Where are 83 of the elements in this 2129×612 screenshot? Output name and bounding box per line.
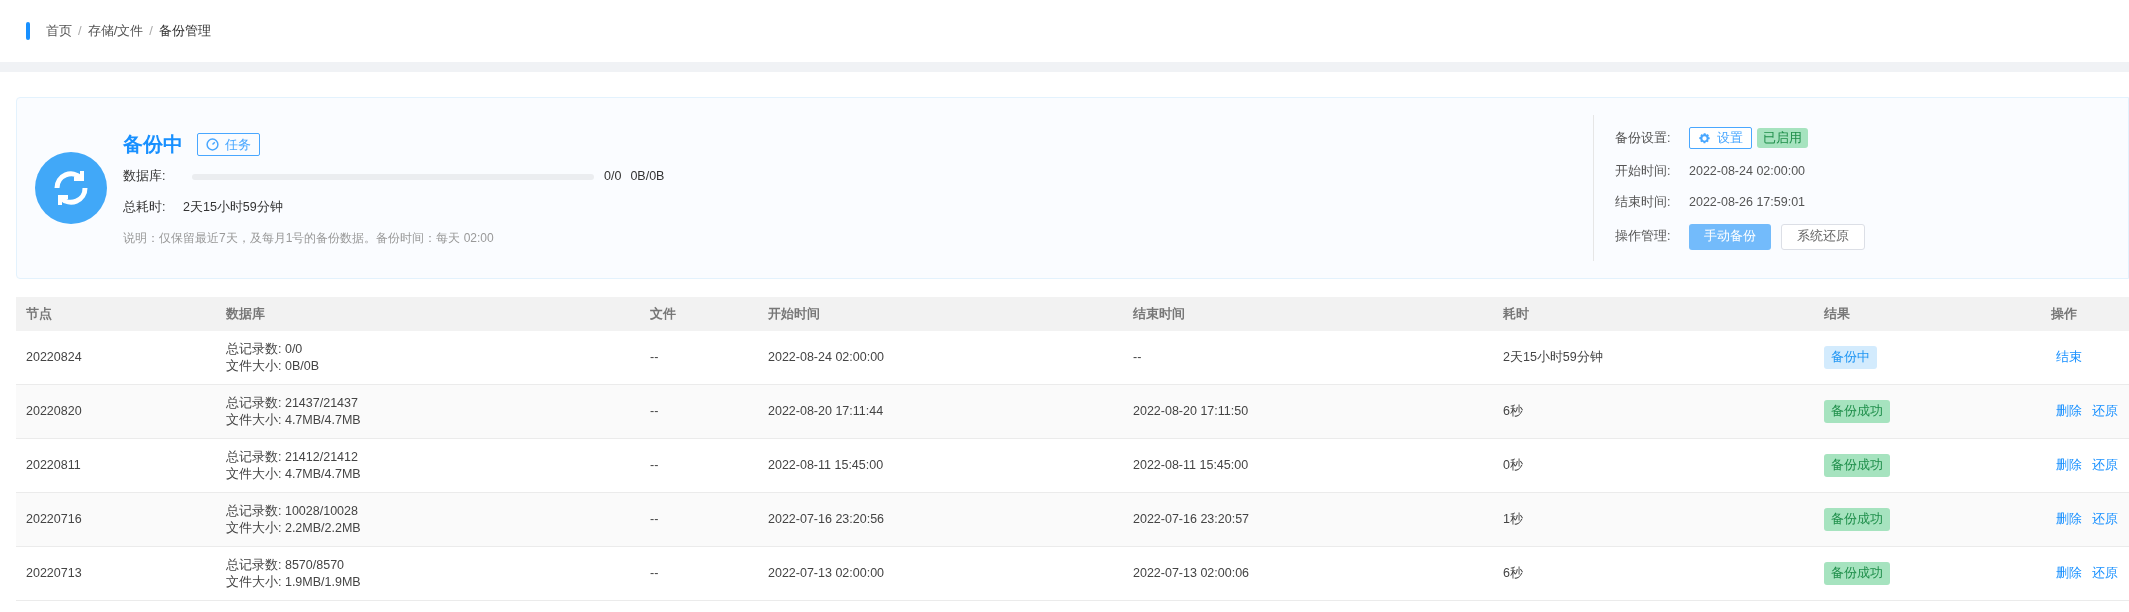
- settings-button[interactable]: 设置: [1689, 127, 1752, 150]
- node-cell: 20220824: [26, 350, 82, 365]
- action-link[interactable]: 删除: [2056, 456, 2082, 475]
- action-link[interactable]: 还原: [2092, 510, 2118, 529]
- start-time-cell: 2022-07-13 02:00:00: [768, 566, 885, 581]
- node-cell: 20220713: [26, 566, 82, 581]
- file-cell: --: [650, 458, 659, 473]
- end-time-cell: 2022-08-20 17:11:50: [1133, 404, 1249, 419]
- database-info: 总记录数: 8570/8570: [226, 556, 346, 574]
- action-link[interactable]: 还原: [2092, 402, 2118, 421]
- progress-size: 0B/0B: [630, 168, 665, 186]
- duration-cell: 6秒: [1503, 404, 1523, 419]
- column-header: 文件: [650, 306, 676, 321]
- action-link[interactable]: 还原: [2092, 564, 2118, 583]
- database-info: 总记录数: 0/0: [226, 340, 304, 358]
- enabled-tag: 已启用: [1757, 128, 1808, 149]
- database-info: 文件大小: 4.7MB/4.7MB: [226, 465, 362, 483]
- column-header: 耗时: [1503, 306, 1529, 321]
- start-time-cell: 2022-08-24 02:00:00: [768, 350, 885, 365]
- end-time-value: 2022-08-26 17:59:01: [1689, 194, 1806, 211]
- node-cell: 20220716: [26, 512, 82, 527]
- node-cell: 20220811: [26, 458, 81, 473]
- result-tag: 备份成功: [1824, 562, 1890, 585]
- breadcrumb-link[interactable]: 首页: [46, 21, 72, 41]
- note-text: 说明：仅保留最近7天，及每月1号的备份数据。备份时间：每天 02:00: [123, 229, 495, 247]
- action-link[interactable]: 删除: [2056, 510, 2082, 529]
- system-restore-button[interactable]: 系统还原: [1781, 223, 1865, 250]
- result-tag: 备份成功: [1824, 454, 1890, 477]
- start-time-cell: 2022-07-16 23:20:56: [768, 512, 885, 527]
- start-time-label: 开始时间:: [1615, 163, 1672, 181]
- file-cell: --: [650, 566, 659, 581]
- database-info: 总记录数: 21437/21437: [226, 394, 359, 412]
- start-time-cell: 2022-08-11 15:45:00: [768, 458, 884, 473]
- database-label: 数据库:: [123, 168, 167, 186]
- result-tag: 备份中: [1824, 346, 1877, 369]
- result-tag: 备份成功: [1824, 508, 1890, 531]
- breadcrumb-link[interactable]: 存储/文件: [87, 21, 144, 41]
- operations-label: 操作管理:: [1615, 228, 1672, 246]
- action-link[interactable]: 结束: [2056, 348, 2082, 367]
- node-cell: 20220820: [26, 404, 82, 419]
- column-header: 结果: [1824, 306, 1850, 321]
- database-info: 文件大小: 0B/0B: [226, 357, 320, 375]
- action-link[interactable]: 删除: [2056, 402, 2082, 421]
- status-title: 备份中: [123, 132, 183, 158]
- end-time-label: 结束时间:: [1615, 194, 1672, 211]
- column-header: 数据库: [226, 306, 265, 321]
- column-header: 节点: [26, 306, 52, 321]
- column-header: 操作: [2051, 306, 2077, 321]
- breadcrumb-link[interactable]: 备份管理: [158, 21, 211, 41]
- file-cell: --: [650, 512, 659, 527]
- breadcrumb-marker: [26, 22, 30, 40]
- start-time-value: 2022-08-24 02:00:00: [1689, 163, 1806, 181]
- action-link[interactable]: 删除: [2056, 564, 2082, 583]
- task-button[interactable]: 任务: [197, 132, 260, 156]
- duration-cell: 2天15小时59分钟: [1503, 350, 1603, 365]
- action-link[interactable]: 还原: [2092, 456, 2118, 475]
- end-time-cell: --: [1133, 350, 1142, 365]
- database-info: 总记录数: 10028/10028: [226, 502, 359, 520]
- duration-cell: 0秒: [1503, 458, 1523, 473]
- file-cell: --: [650, 350, 659, 365]
- end-time-cell: 2022-07-16 23:20:57: [1133, 512, 1250, 527]
- end-time-cell: 2022-07-13 02:00:06: [1133, 566, 1250, 581]
- database-info: 总记录数: 21412/21412: [226, 448, 359, 466]
- gauge-icon: [206, 137, 219, 151]
- elapsed-value: 2天15小时59分钟: [183, 199, 283, 216]
- result-tag: 备份成功: [1824, 400, 1890, 423]
- manual-backup-button[interactable]: 手动备份: [1689, 223, 1771, 250]
- column-header: 结束时间: [1133, 306, 1185, 321]
- breadcrumb-separator: /: [78, 22, 82, 41]
- breadcrumb-separator: /: [149, 22, 153, 41]
- progress-count: 0/0: [604, 168, 622, 186]
- file-cell: --: [650, 404, 659, 419]
- database-info: 文件大小: 2.2MB/2.2MB: [226, 519, 362, 537]
- end-time-cell: 2022-08-11 15:45:00: [1133, 458, 1249, 473]
- database-info: 文件大小: 1.9MB/1.9MB: [226, 573, 362, 591]
- settings-label: 备份设置:: [1615, 129, 1672, 147]
- duration-cell: 6秒: [1503, 566, 1523, 581]
- start-time-cell: 2022-08-20 17:11:44: [768, 404, 884, 419]
- column-header: 开始时间: [768, 306, 820, 321]
- database-info: 文件大小: 4.7MB/4.7MB: [226, 411, 362, 429]
- elapsed-label: 总耗时:: [123, 199, 167, 216]
- settings-icon: [1698, 131, 1711, 145]
- duration-cell: 1秒: [1503, 512, 1523, 527]
